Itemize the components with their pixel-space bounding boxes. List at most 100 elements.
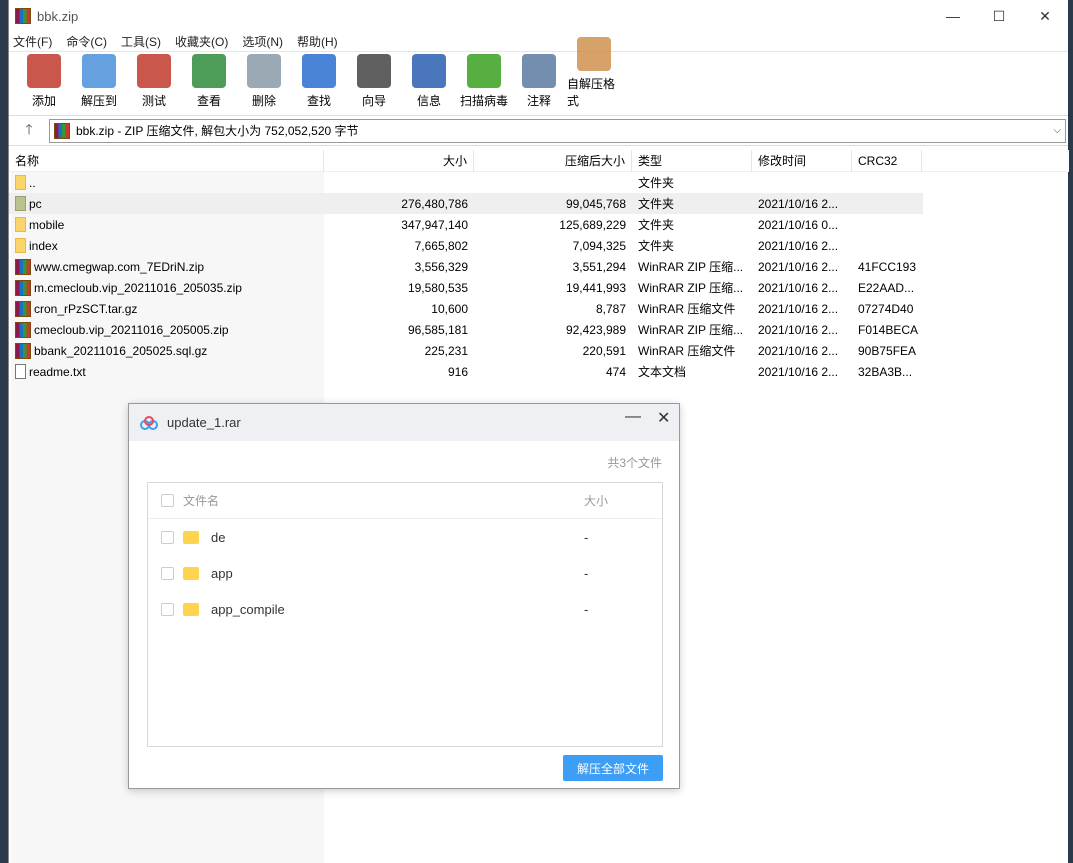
cell-type: 文件夹 xyxy=(638,197,675,211)
maximize-button[interactable]: ☐ xyxy=(976,0,1022,32)
address-field[interactable]: bbk.zip - ZIP 压缩文件, 解包大小为 752,052,520 字节… xyxy=(49,118,1066,143)
toolbar-button-8[interactable]: 扫描病毒 xyxy=(457,54,511,115)
toolbar-button-10[interactable]: 自解压格式 xyxy=(567,37,621,115)
file-count: 共3个文件 xyxy=(607,456,662,470)
title-bar: bbk.zip — ☐ ✕ xyxy=(9,0,1068,32)
dialog-minimize-button[interactable]: — xyxy=(625,408,641,426)
cell-type: 文件夹 xyxy=(638,239,675,253)
toolbar-button-0[interactable]: 添加 xyxy=(17,54,71,115)
cell-mtime: 2021/10/16 2... xyxy=(758,280,839,295)
chevron-down-icon[interactable]: ⌵ xyxy=(1053,125,1061,136)
winrar-logo-icon xyxy=(15,8,31,24)
column-header-1[interactable]: 大小 xyxy=(324,149,474,172)
cell-size: 916 xyxy=(447,364,468,379)
row-checkbox[interactable] xyxy=(161,602,174,616)
dialog-file-row[interactable]: app_compile - xyxy=(148,591,662,627)
cell-mtime: 2021/10/16 2... xyxy=(758,238,839,253)
cell-mtime: 2021/10/16 0... xyxy=(758,217,839,232)
toolbar-button-4[interactable]: 删除 xyxy=(237,54,291,115)
toolbar-button-5[interactable]: 查找 xyxy=(292,54,346,115)
up-arrow-button[interactable]: 🡑 xyxy=(9,119,49,143)
cell-type: 文件夹 xyxy=(638,218,675,232)
cell-packed: 8,787 xyxy=(595,301,626,316)
dialog-file-row[interactable]: app - xyxy=(148,555,662,591)
toolbar-label: 自解压格式 xyxy=(567,77,616,108)
close-button[interactable]: ✕ xyxy=(1022,0,1068,32)
toolbar-button-7[interactable]: 信息 xyxy=(402,54,456,115)
toolbar-label: 注释 xyxy=(526,94,551,108)
row-checkbox[interactable] xyxy=(161,566,174,580)
select-all-checkbox[interactable] xyxy=(161,494,174,507)
cell-crc: E22AAD... xyxy=(858,280,915,295)
file-row[interactable]: m.cmecloub.vip_20211016_205035.zip 19,580… xyxy=(9,277,1069,298)
toolbar-button-1[interactable]: 解压到 xyxy=(72,54,126,115)
menu-item[interactable]: 命令(C) xyxy=(66,33,107,50)
cell-packed: 3,551,294 xyxy=(572,259,626,274)
extract-all-button[interactable]: 解压全部文件 xyxy=(563,755,663,781)
virus-scan-icon xyxy=(467,54,501,88)
file-row[interactable]: cmecloub.vip_20211016_205005.zip 96,585,1… xyxy=(9,319,1069,340)
file-name: bbank_20211016_205025.sql.gz xyxy=(34,343,208,358)
folder-icon xyxy=(183,602,199,616)
toolbar-label: 删除 xyxy=(251,94,276,108)
add-icon xyxy=(27,54,61,88)
menu-item[interactable]: 收藏夹(O) xyxy=(175,33,228,50)
toolbar-button-3[interactable]: 查看 xyxy=(182,54,236,115)
column-header-4[interactable]: 修改时间 xyxy=(752,149,852,172)
column-header-0[interactable]: 名称 xyxy=(9,149,324,172)
folder-icon xyxy=(183,566,199,580)
file-row[interactable]: readme.txt 916 474 文本文档 2021/10/16 2... 32BA3… xyxy=(9,361,1069,382)
cell-crc: 07274D40 xyxy=(858,301,914,316)
menu-item[interactable]: 帮助(H) xyxy=(297,33,338,50)
dialog-close-button[interactable]: ✕ xyxy=(657,408,670,428)
column-header-5[interactable]: CRC32 xyxy=(852,149,922,172)
file-row[interactable]: cron_rPzSCT.tar.gz 10,600 8,787 WinRAR 压缩文件… xyxy=(9,298,1069,319)
cell-mtime: 2021/10/16 2... xyxy=(758,322,839,337)
row-checkbox[interactable] xyxy=(161,530,174,544)
winrar-file-icon xyxy=(15,300,31,317)
file-row[interactable]: index 7,665,802 7,094,325 文件夹 2021/10/16 2..… xyxy=(9,235,1069,256)
trash-icon xyxy=(247,54,281,88)
toolbar-label: 解压到 xyxy=(80,94,117,108)
minimize-button[interactable]: — xyxy=(930,0,976,32)
name-cell: .. xyxy=(9,175,324,190)
file-row[interactable]: mobile 347,947,140 125,689,229 文件夹 2021/10/1… xyxy=(9,214,1069,235)
cell-type: 文本文档 xyxy=(638,365,687,379)
menu-item[interactable]: 工具(S) xyxy=(121,33,161,50)
toolbar-button-2[interactable]: 测试 xyxy=(127,54,181,115)
cell-type: WinRAR ZIP 压缩... xyxy=(638,281,744,295)
menu-item[interactable]: 选项(N) xyxy=(242,33,283,50)
column-header-2[interactable]: 压缩后大小 xyxy=(474,149,632,172)
name-cell: m.cmecloub.vip_20211016_205035.zip xyxy=(9,279,324,296)
folder-icon xyxy=(15,196,26,211)
folder-icon xyxy=(15,175,26,190)
view-book-icon xyxy=(192,54,226,88)
toolbar-label: 向导 xyxy=(361,94,386,108)
file-name: index xyxy=(29,238,58,253)
folder-icon xyxy=(183,530,199,544)
toolbar-button-6[interactable]: 向导 xyxy=(347,54,401,115)
cell-size: 19,580,535 xyxy=(407,280,468,295)
cell-crc: F014BECA xyxy=(858,322,919,337)
cell-size: 225,231 xyxy=(424,343,468,358)
file-row[interactable]: pc 276,480,786 99,045,768 文件夹 2021/10/16 2..… xyxy=(9,193,923,214)
dialog-file-row[interactable]: de - xyxy=(148,519,662,555)
column-header-3[interactable]: 类型 xyxy=(632,149,752,172)
cell-packed: 99,045,768 xyxy=(565,196,626,211)
cell-crc: 41FCC193 xyxy=(858,259,917,274)
file-row[interactable]: www.cmegwap.com_7EDriN.zip 3,556,329 3,551… xyxy=(9,256,1069,277)
cell-size: 10,600 xyxy=(431,301,468,316)
name-cell: mobile xyxy=(9,217,324,232)
name-cell: bbank_20211016_205025.sql.gz xyxy=(9,342,324,359)
file-row[interactable]: bbank_20211016_205025.sql.gz 225,231 220,5… xyxy=(9,340,1069,361)
dialog-table-header: 文件名 大小 xyxy=(148,483,662,519)
file-name: m.cmecloub.vip_20211016_205035.zip xyxy=(34,280,242,295)
file-name: readme.txt xyxy=(29,364,86,379)
cell-type: WinRAR ZIP 压缩... xyxy=(638,323,744,337)
toolbar-button-9[interactable]: 注释 xyxy=(512,54,566,115)
cell-packed: 7,094,325 xyxy=(572,238,626,253)
cell-mtime: 2021/10/16 2... xyxy=(758,364,839,379)
extract-dialog: update_1.rar — ✕ 共3个文件 文件名 大小 de - app - app… xyxy=(128,403,680,789)
file-row[interactable]: .. 文件夹 xyxy=(9,172,1069,193)
menu-item[interactable]: 文件(F) xyxy=(13,33,52,50)
